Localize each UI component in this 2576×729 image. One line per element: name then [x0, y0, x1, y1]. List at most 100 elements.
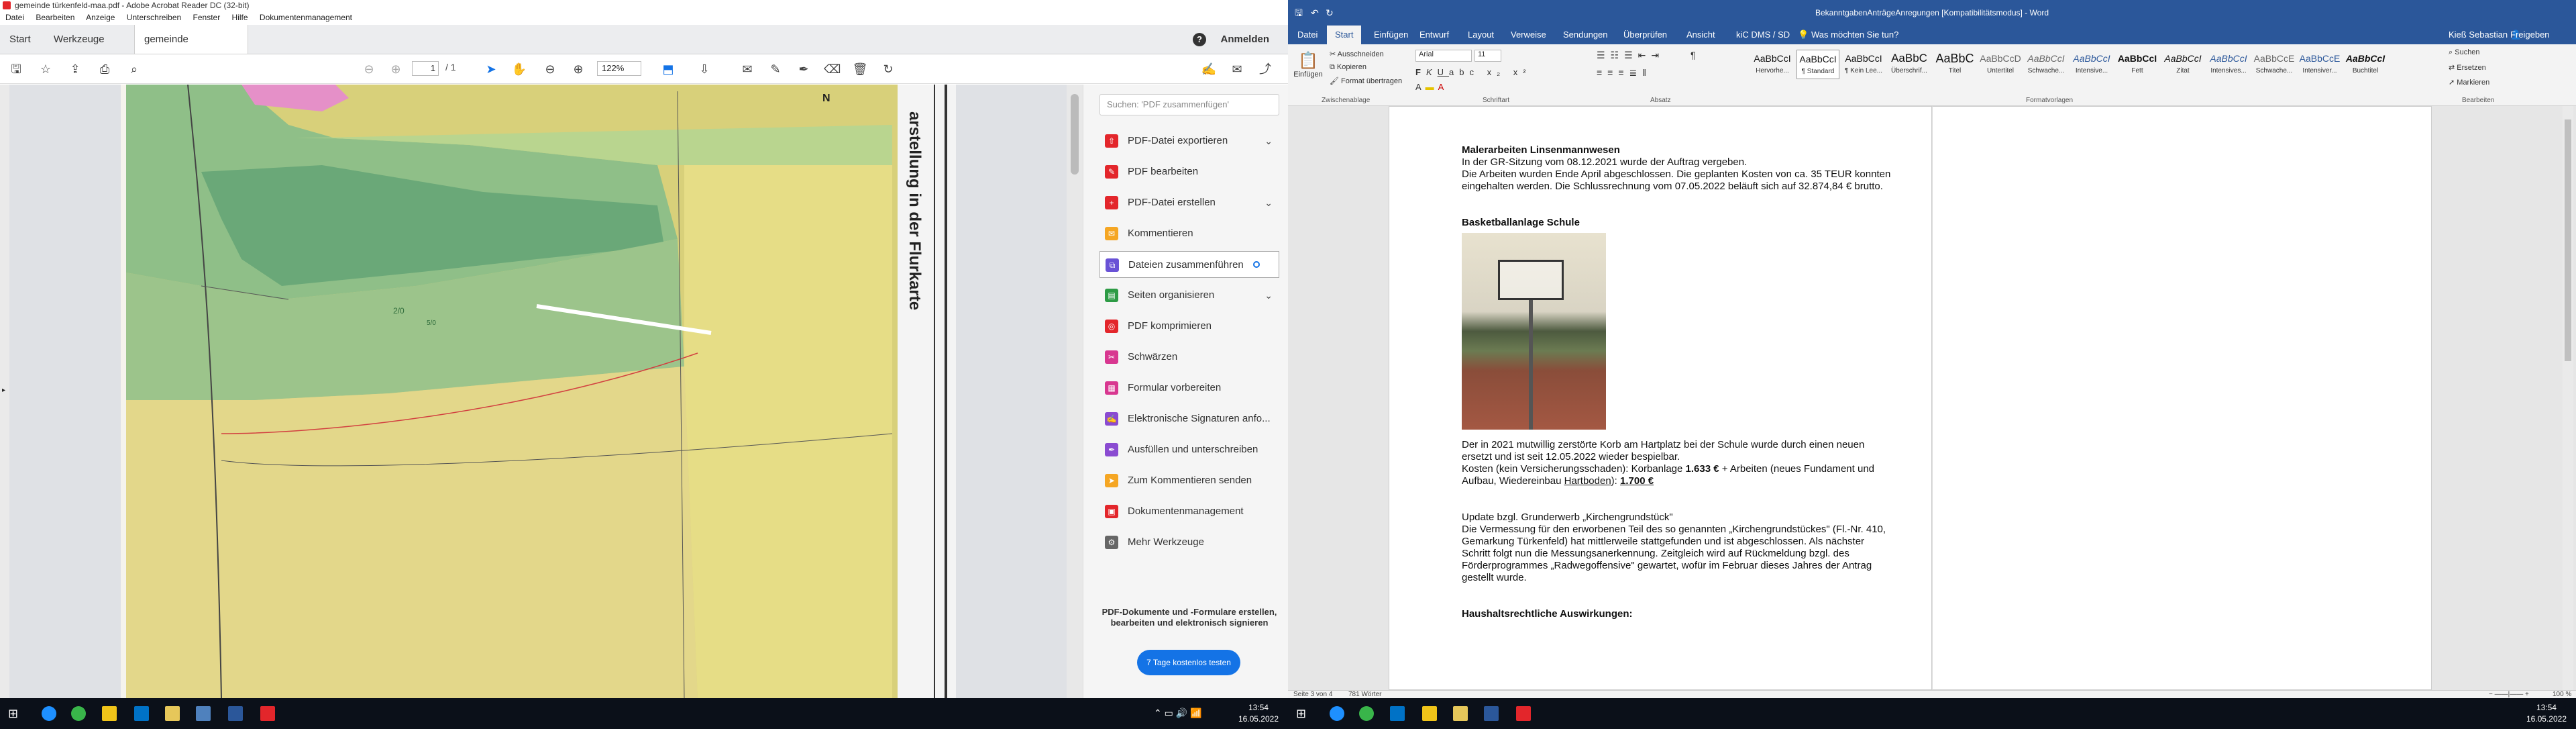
app-icon[interactable] — [1453, 706, 1468, 721]
tools-search-input[interactable]: Suchen: 'PDF zusammenfügen' — [1099, 94, 1279, 115]
highlight-icon[interactable]: ✎ — [767, 61, 784, 77]
style-intense-reference[interactable]: AaBbCcE Intensiver... — [2298, 50, 2341, 79]
explorer-icon[interactable] — [1422, 706, 1437, 721]
tool-prepare-form[interactable]: ▦ Formular vorbereiten — [1099, 375, 1279, 401]
share-icon[interactable]: ⤴ — [1257, 61, 1273, 77]
tool-document-management[interactable]: ▣ Dokumentenmanagement — [1099, 498, 1279, 525]
pdf-viewer[interactable]: ▸ arstellung in der Flurkarte N 2/0 5/0 — [0, 85, 1083, 698]
acrobat-taskbar-icon[interactable] — [1516, 706, 1531, 721]
chevron-down-icon[interactable]: ⌄ — [1265, 282, 1273, 309]
acrobat-taskbar-icon[interactable] — [260, 706, 275, 721]
tool-create-pdf[interactable]: + PDF-Datei erstellen ⌄ — [1099, 189, 1279, 216]
eraser-icon[interactable]: ⌫ — [824, 61, 841, 77]
page-number-input[interactable]: 1 — [412, 61, 439, 76]
style-quote[interactable]: AaBbCcI Zitat — [2161, 50, 2204, 79]
menu-datei[interactable]: Datei — [5, 13, 24, 22]
font-size-select[interactable]: 11 — [1474, 50, 1501, 62]
user-name[interactable]: Kieß Sebastian — [2449, 26, 2508, 44]
tool-more-tools[interactable]: ⚙ Mehr Werkzeuge — [1099, 529, 1279, 556]
menu-dokumentenmanagement[interactable]: Dokumentenmanagement — [260, 13, 352, 22]
align-buttons[interactable]: ≡≡≡≣‖ — [1597, 67, 1652, 79]
word-tab-ansicht[interactable]: Ansicht — [1686, 26, 1715, 44]
document-area[interactable]: Malerarbeiten Linsenmannwesen In der GR-… — [1288, 106, 2576, 690]
tell-me-input[interactable]: Was möchten Sie tun? — [1811, 26, 1898, 44]
style-standard[interactable]: AaBbCcI ¶ Standard — [1796, 50, 1839, 79]
app-icon[interactable] — [165, 706, 180, 721]
word-scroll-thumb[interactable] — [2565, 119, 2571, 361]
tool-comment[interactable]: ✉ Kommentieren — [1099, 220, 1279, 247]
fit-page-icon[interactable]: ⬒ — [660, 61, 676, 77]
word-tab-start[interactable]: Start — [1327, 26, 1362, 44]
style-subtle-emphasis[interactable]: AaBbCcI Schwache... — [2025, 50, 2068, 79]
format-painter-button[interactable]: 🖌 Format übertragen — [1330, 77, 1402, 85]
scroll-thumb[interactable] — [1071, 94, 1079, 175]
explorer-icon[interactable] — [102, 706, 117, 721]
font-name-select[interactable]: Arial — [1415, 50, 1472, 62]
edge-icon[interactable] — [1330, 706, 1344, 721]
style-strong[interactable]: AaBbCcI Fett — [2116, 50, 2159, 79]
word-tab-sendungen[interactable]: Sendungen — [1563, 26, 1608, 44]
outlook-icon[interactable] — [134, 706, 149, 721]
search-icon[interactable]: ⌕ — [126, 61, 142, 77]
style-no-spacing[interactable]: AaBbCcI ¶ Kein Lee... — [1842, 50, 1885, 79]
word-tab-datei[interactable]: Datei — [1297, 26, 1318, 44]
zoom-select[interactable]: 122% — [597, 61, 641, 76]
scroll-mode-icon[interactable]: ⇩ — [696, 61, 712, 77]
rotate-icon[interactable]: ↻ — [880, 61, 896, 77]
word-tab-dms[interactable]: kiC DMS / SD — [1736, 26, 1790, 44]
document-body[interactable]: Malerarbeiten Linsenmannwesen In der GR-… — [1462, 144, 1891, 620]
cut-button[interactable]: ✂ Ausschneiden — [1330, 50, 1384, 58]
upload-cloud-icon[interactable]: ⇪ — [67, 61, 83, 77]
basketball-photo[interactable] — [1462, 233, 1606, 430]
tool-export-pdf[interactable]: ⇧ PDF-Datei exportieren ⌄ — [1099, 128, 1279, 154]
font-format-buttons[interactable]: FKUabc x₂ x² — [1415, 67, 1532, 77]
chevron-down-icon[interactable]: ⌄ — [1265, 128, 1273, 154]
style-intense-quote[interactable]: AaBbCcI Intensives... — [2207, 50, 2250, 79]
menu-bearbeiten[interactable]: Bearbeiten — [36, 13, 74, 22]
zoom-in-icon[interactable]: ⊕ — [570, 61, 586, 77]
clock[interactable]: 13:54 16.05.2022 — [2526, 702, 2567, 725]
delete-icon[interactable]: 🗑 — [852, 61, 868, 77]
word-icon[interactable] — [1484, 706, 1499, 721]
style-subtle-reference[interactable]: AaBbCcE Schwache... — [2253, 50, 2296, 79]
free-trial-button[interactable]: 7 Tage kostenlos testen — [1137, 650, 1240, 675]
tool-send-for-comments[interactable]: ➤ Zum Kommentieren senden — [1099, 467, 1279, 494]
word-tab-ueberpruefen[interactable]: Überprüfen — [1623, 26, 1667, 44]
chrome-icon[interactable] — [1359, 706, 1374, 721]
menu-anzeige[interactable]: Anzeige — [86, 13, 115, 22]
menu-fenster[interactable]: Fenster — [193, 13, 221, 22]
chevron-down-icon[interactable]: ⌄ — [1265, 189, 1273, 216]
replace-button[interactable]: ⇄ Ersetzen — [2449, 63, 2486, 72]
word-tab-layout[interactable]: Layout — [1468, 26, 1494, 44]
start-icon[interactable]: ⊞ — [8, 706, 23, 721]
menu-hilfe[interactable]: Hilfe — [232, 13, 248, 22]
style-heading[interactable]: AaBbC Überschrif... — [1888, 50, 1931, 79]
undo-icon[interactable]: ↶ — [1311, 0, 1319, 26]
tool-fill-sign[interactable]: ✒ Ausfüllen und unterschreiben — [1099, 436, 1279, 463]
style-emphasis[interactable]: AaBbCcI Hervorhe... — [1751, 50, 1794, 79]
app-icon-2[interactable] — [196, 706, 211, 721]
bookmark-star-icon[interactable]: ☆ — [38, 61, 54, 77]
help-icon[interactable]: ? — [1193, 33, 1206, 46]
select-button[interactable]: ➚ Markieren — [2449, 78, 2489, 87]
find-button[interactable]: ⌕ Suchen — [2449, 48, 2480, 57]
paste-button[interactable]: 📋 Einfügen — [1293, 51, 1323, 79]
mail-icon[interactable]: ✉ — [1229, 61, 1245, 77]
tool-compress-pdf[interactable]: ◎ PDF komprimieren — [1099, 313, 1279, 340]
signin-button[interactable]: Anmelden — [1220, 25, 1269, 54]
tool-organize-pages[interactable]: ▤ Seiten organisieren ⌄ — [1099, 282, 1279, 309]
word-tab-entwurf[interactable]: Entwurf — [1419, 26, 1449, 44]
zoom-out-icon[interactable]: ⊖ — [542, 61, 558, 77]
word-save-icon[interactable]: 🖫 — [1295, 0, 1303, 26]
clock[interactable]: 13:54 16.05.2022 — [1238, 702, 1279, 725]
word-tab-verweise[interactable]: Verweise — [1511, 26, 1546, 44]
tab-werkzeuge[interactable]: Werkzeuge — [44, 25, 114, 54]
font-color-buttons[interactable]: A▬A — [1415, 82, 1448, 92]
hand-tool-icon[interactable]: ✋ — [511, 61, 527, 77]
tool-request-signatures[interactable]: ✍ Elektronische Signaturen anfo... — [1099, 405, 1279, 432]
tool-edit-pdf[interactable]: ✎ PDF bearbeiten — [1099, 158, 1279, 185]
page-down-icon[interactable]: ⊕ — [388, 61, 404, 77]
copy-button[interactable]: ⧉ Kopieren — [1330, 63, 1366, 72]
chrome-icon[interactable] — [71, 706, 86, 721]
redo-icon[interactable]: ↻ — [1326, 0, 1334, 26]
